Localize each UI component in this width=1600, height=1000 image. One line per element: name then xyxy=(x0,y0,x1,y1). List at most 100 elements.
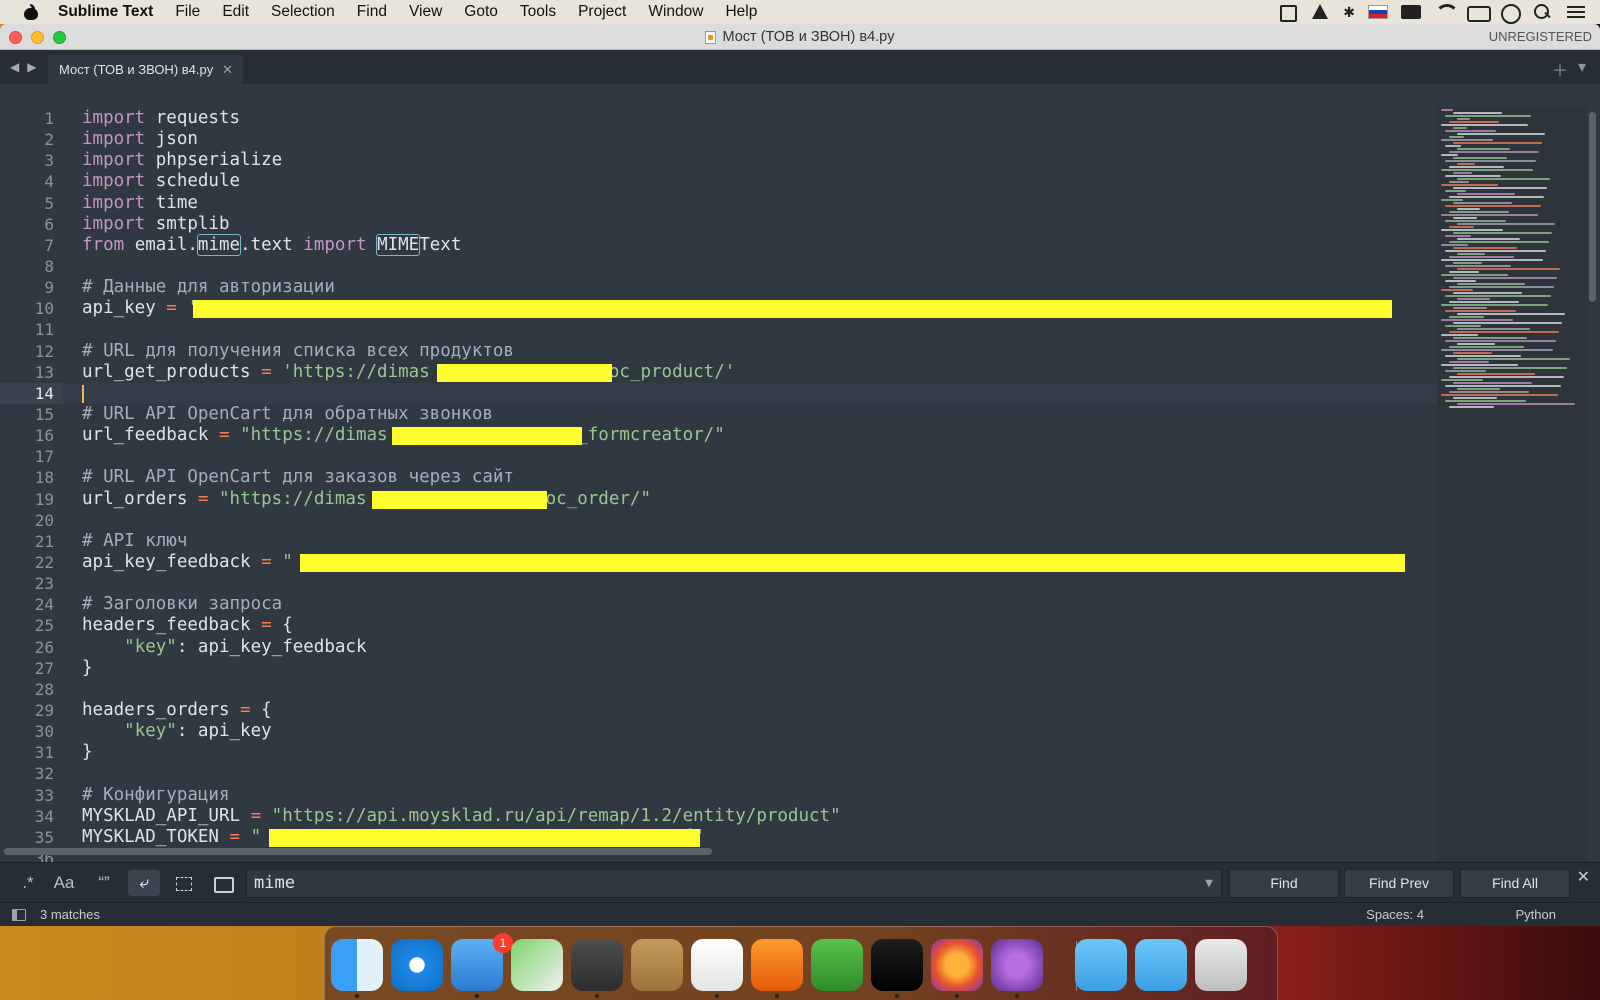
in-selection-toggle-icon[interactable] xyxy=(168,870,200,896)
line-number: 12 xyxy=(34,341,54,361)
minimap-row xyxy=(1449,196,1544,198)
running-indicator xyxy=(955,994,959,998)
toggle-panel-icon[interactable] xyxy=(12,909,26,921)
folder-icon[interactable] xyxy=(1075,939,1127,991)
minimap-row xyxy=(1441,394,1558,396)
mail-icon[interactable]: 1 xyxy=(451,933,513,991)
new-tab-plus-icon[interactable]: ＋ xyxy=(1552,57,1568,81)
regex-toggle[interactable]: .* xyxy=(12,870,44,896)
wifi-icon[interactable] xyxy=(1434,4,1459,20)
code-editor[interactable]: 1 2 3 4 5 6 7 8 9 10 11 12 13 14 15 16 17 18 19 20 21 22 23 24 2… xyxy=(0,108,1600,862)
close-tab-icon[interactable]: ✕ xyxy=(222,55,233,84)
horizontal-scrollbar[interactable] xyxy=(4,848,712,855)
battery-icon[interactable] xyxy=(1467,4,1491,22)
downloads-folder-icon[interactable] xyxy=(1135,939,1187,991)
tab-back-arrow-icon[interactable]: ◀ xyxy=(10,60,19,74)
clock-icon[interactable] xyxy=(1500,4,1521,24)
whole-word-toggle[interactable]: “” xyxy=(88,870,120,896)
spotlight-icon[interactable] xyxy=(1533,4,1553,20)
minimap-row xyxy=(1453,322,1562,324)
code-token: " xyxy=(282,551,293,572)
line-number: 4 xyxy=(44,172,54,192)
highlight-matches-toggle-icon[interactable] xyxy=(208,870,240,896)
winbox-icon[interactable] xyxy=(811,939,863,991)
contacts-icon[interactable] xyxy=(631,939,683,991)
find-button[interactable]: Find xyxy=(1229,869,1339,898)
indentation-setting[interactable]: Spaces: 4 xyxy=(1366,903,1424,926)
bluetooth-icon[interactable]: ✱ xyxy=(1343,4,1355,21)
terminal-icon[interactable] xyxy=(871,939,923,991)
menu-tools[interactable]: Tools xyxy=(520,3,556,21)
tab-list-chevron-icon[interactable]: ▾ xyxy=(1578,57,1586,81)
code-line: # API ключ xyxy=(82,531,1437,552)
minimap-row xyxy=(1453,127,1467,129)
code-line: # Конфигурация xyxy=(82,785,1437,806)
control-center-icon[interactable] xyxy=(1566,4,1586,20)
menu-help[interactable]: Help xyxy=(725,3,757,21)
maps-icon[interactable] xyxy=(511,939,563,991)
tab-active-file[interactable]: Мост (ТОВ и ЗВОН) в4.py ✕ xyxy=(48,55,243,84)
code-token: = xyxy=(197,488,209,509)
trash-icon[interactable] xyxy=(1195,939,1247,991)
find-history-dropdown-icon[interactable]: ▼ xyxy=(1205,870,1213,897)
line-number: 1 xyxy=(44,109,54,128)
menu-edit[interactable]: Edit xyxy=(222,3,249,21)
code-token: = xyxy=(261,361,272,382)
minimap-row xyxy=(1441,274,1508,276)
code-line: from email.mime.text import MIMEText xyxy=(82,233,1437,256)
line-number: 16 xyxy=(34,426,54,446)
menu-view[interactable]: View xyxy=(409,3,442,21)
running-indicator xyxy=(1015,994,1019,998)
memory-icon[interactable] xyxy=(1401,5,1421,19)
menu-goto[interactable]: Goto xyxy=(464,3,498,21)
close-find-panel-icon[interactable]: ✕ xyxy=(1577,867,1590,887)
safari-icon[interactable] xyxy=(391,939,443,991)
tab-forward-arrow-icon[interactable]: ▶ xyxy=(27,60,36,74)
apple-icon[interactable] xyxy=(24,4,38,20)
code-token: import xyxy=(82,192,146,213)
menu-find[interactable]: Find xyxy=(357,3,387,21)
zoom-window-button[interactable] xyxy=(53,31,66,44)
find-prev-button[interactable]: Find Prev xyxy=(1344,869,1454,898)
case-sensitive-toggle[interactable]: Aa xyxy=(48,870,80,896)
line-number: 14 xyxy=(0,382,62,404)
line-number: 7 xyxy=(44,235,54,255)
russian-flag-icon[interactable] xyxy=(1368,5,1388,19)
line-number: 34 xyxy=(34,806,54,826)
menu-file[interactable]: File xyxy=(175,3,200,21)
line-number: 19 xyxy=(34,489,54,509)
close-window-button[interactable] xyxy=(9,31,22,44)
menu-project[interactable]: Project xyxy=(578,3,626,21)
app-menu[interactable]: Sublime Text xyxy=(58,3,153,21)
line-number: 18 xyxy=(34,468,54,488)
tor-browser-icon[interactable] xyxy=(991,939,1043,991)
window-icon[interactable] xyxy=(1277,4,1298,22)
window-title: Мост (ТОВ и ЗВОН) в4.py xyxy=(705,24,895,50)
minimize-window-button[interactable] xyxy=(31,31,44,44)
textedit-icon[interactable] xyxy=(691,939,743,991)
vertical-scrollbar[interactable] xyxy=(1589,112,1596,302)
code-text-area[interactable]: import requests import json import phpseri… xyxy=(82,108,1437,862)
wrap-toggle-icon[interactable]: ⤶ xyxy=(128,870,160,896)
code-token: : api_key_feedback xyxy=(176,636,367,657)
syntax-setting[interactable]: Python xyxy=(1516,903,1556,926)
finder-icon[interactable] xyxy=(331,939,383,991)
vlc-icon[interactable] xyxy=(751,939,803,991)
vlc-icon[interactable] xyxy=(1310,4,1330,20)
find-all-button[interactable]: Find All xyxy=(1460,869,1570,898)
find-input[interactable]: mime ▼ xyxy=(246,869,1222,898)
code-token: "https://dimas xyxy=(240,425,388,446)
sublime-text-icon[interactable] xyxy=(571,939,623,991)
code-line: # URL для получения списка всех продукто… xyxy=(82,341,1437,362)
dock: 1 xyxy=(324,926,1278,1000)
minimap[interactable] xyxy=(1437,108,1587,862)
menu-window[interactable]: Window xyxy=(648,3,703,21)
firefox-icon[interactable] xyxy=(931,939,983,991)
menu-selection[interactable]: Selection xyxy=(271,3,335,21)
line-number: 11 xyxy=(34,320,54,340)
minimap-row xyxy=(1441,229,1503,231)
minimap-row xyxy=(1449,211,1509,213)
